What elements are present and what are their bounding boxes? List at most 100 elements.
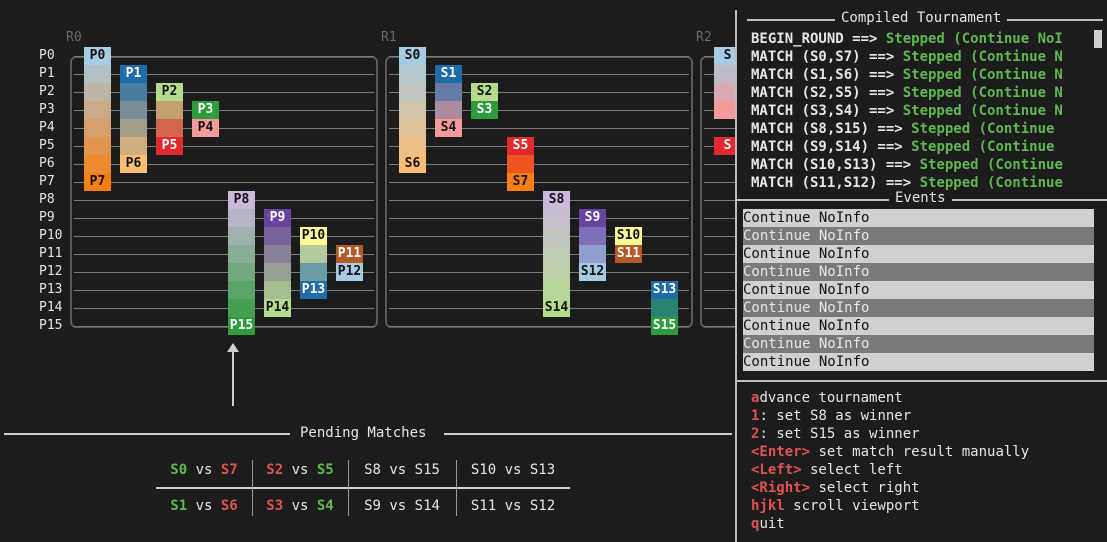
bracket-column[interactable]: P1 P6 (120, 65, 147, 173)
pending-match-cell[interactable]: S2 vs S5 (252, 452, 348, 488)
match-seed-a: S9 (364, 498, 381, 514)
event-row[interactable]: Continue NoInfo (743, 317, 1094, 335)
compiled-line[interactable]: MATCH (S1,S6) ==> Stepped (Continue N (751, 66, 1063, 84)
seed-tag[interactable]: P12 (336, 263, 363, 281)
pending-table-column-divider (252, 460, 253, 516)
seed-tag[interactable]: S5 (507, 137, 534, 155)
compiled-scrollbar[interactable] (1094, 30, 1102, 48)
seed-tag[interactable]: P1 (120, 65, 147, 83)
event-row[interactable]: Continue NoInfo (743, 299, 1094, 317)
seed-tag[interactable]: S10 (615, 227, 642, 245)
pending-match-cell[interactable]: S1 vs S6 (156, 488, 252, 524)
seed-tag[interactable]: S (714, 137, 735, 155)
pending-table-column-divider (348, 460, 349, 516)
event-row[interactable]: Continue NoInfo (743, 245, 1094, 263)
compiled-line-label: MATCH (S9,S14) ==> (751, 139, 912, 155)
seed-tag[interactable]: P8 (228, 191, 255, 209)
bracket-column[interactable]: S9 S12 (579, 209, 606, 281)
seed-tag[interactable]: S2 (471, 83, 498, 101)
help-line: 2: set S15 as winner (751, 425, 920, 443)
bracket-column[interactable]: S0 S6 (399, 47, 426, 173)
event-row[interactable]: Continue NoInfo (743, 227, 1094, 245)
pending-match-cell[interactable]: S3 vs S4 (252, 488, 348, 524)
event-row[interactable]: Continue NoInfo (743, 209, 1094, 227)
seed-tag[interactable]: S3 (471, 101, 498, 119)
seed-tag[interactable]: P7 (84, 173, 111, 191)
compiled-line[interactable]: MATCH (S2,S5) ==> Stepped (Continue N (751, 84, 1063, 102)
bracket-column[interactable]: S (714, 47, 735, 119)
compiled-line-result: Stepped (Continue NoI (885, 31, 1063, 47)
row-label: P9 (39, 210, 55, 225)
tournament-app: R0 R1 R2 P0 P1 P2 P3 P4 P5 P6 P7 P8 P9 P10 P11 P12 P1… (0, 0, 1107, 542)
grid-line (389, 182, 689, 183)
seed-tag[interactable]: P13 (300, 281, 327, 299)
bracket-column[interactable]: S (714, 137, 735, 155)
seed-tag[interactable]: P11 (336, 245, 363, 263)
match-seed-a: S11 (470, 498, 497, 514)
compiled-line[interactable]: MATCH (S9,S14) ==> Stepped (Continue (751, 138, 1054, 156)
match-seed-b: S6 (220, 498, 238, 514)
compiled-line-label: MATCH (S10,S13) ==> (751, 157, 920, 173)
grid-line (389, 218, 689, 219)
bracket-column[interactable]: P11 P12 (336, 245, 363, 281)
seed-tag[interactable]: S14 (543, 299, 570, 317)
seed-tag[interactable]: S15 (651, 317, 678, 335)
seed-tag[interactable]: S8 (543, 191, 570, 209)
seed-tag[interactable]: S1 (435, 65, 462, 83)
seed-tag[interactable]: P0 (84, 47, 111, 65)
seed-tag[interactable]: P9 (264, 209, 291, 227)
seed-tag[interactable]: S11 (615, 245, 642, 263)
compiled-line[interactable]: MATCH (S3,S4) ==> Stepped (Continue N (751, 102, 1063, 120)
seed-tag[interactable]: P3 (192, 101, 219, 119)
pending-match-cell[interactable]: S9 vs S14 (348, 488, 456, 524)
event-row[interactable]: Continue NoInfo (743, 263, 1094, 281)
compiled-line[interactable]: MATCH (S0,S7) ==> Stepped (Continue N (751, 48, 1063, 66)
compiled-line-label: MATCH (S11,S12) ==> (751, 175, 920, 191)
pending-match-cell[interactable]: S11 vs S12 (456, 488, 570, 524)
seed-tag[interactable]: P6 (120, 155, 147, 173)
seed-tag[interactable]: P4 (192, 119, 219, 137)
bracket-column[interactable]: S13 S15 (651, 281, 678, 335)
seed-tag[interactable]: P5 (156, 137, 183, 155)
seed-tag[interactable]: S13 (651, 281, 678, 299)
seed-tag[interactable]: S12 (579, 263, 606, 281)
seed-tag[interactable]: S0 (399, 47, 426, 65)
seed-tag[interactable]: S7 (507, 173, 534, 191)
bracket-column[interactable]: S8 S14 (543, 191, 570, 317)
compiled-line[interactable]: BEGIN_ROUND ==> Stepped (Continue NoI (751, 30, 1063, 48)
seed-tag[interactable]: P10 (300, 227, 327, 245)
round-label-r0: R0 (66, 30, 82, 45)
seed-tag[interactable]: P14 (264, 299, 291, 317)
bracket-column[interactable]: P8 P15 (228, 191, 255, 335)
seed-tag[interactable]: S9 (579, 209, 606, 227)
pending-match-cell[interactable]: S10 vs S13 (456, 452, 570, 488)
bracket-column[interactable]: S5 S7 (507, 137, 534, 191)
grid-line (704, 200, 735, 201)
bracket-column[interactable]: P2 P5 (156, 83, 183, 155)
seed-tag[interactable]: S4 (435, 119, 462, 137)
pending-match-cell[interactable]: S8 vs S15 (348, 452, 456, 488)
bracket-column[interactable]: P10 P13 (300, 227, 327, 299)
seed-tag[interactable]: P15 (228, 317, 255, 335)
event-row[interactable]: Continue NoInfo (743, 353, 1094, 371)
bracket-column-segment (84, 101, 111, 119)
compiled-line[interactable]: MATCH (S10,S13) ==> Stepped (Continue (751, 156, 1063, 174)
event-row[interactable]: Continue NoInfo (743, 281, 1094, 299)
event-row[interactable]: Continue NoInfo (743, 335, 1094, 353)
pending-match-cell[interactable]: S0 vs S7 (156, 452, 252, 488)
bracket-column[interactable]: S10 S11 (615, 227, 642, 263)
bracket-column[interactable]: P0 P7 (84, 47, 111, 191)
bracket-column[interactable]: S1 S4 (435, 65, 462, 137)
seed-tag[interactable]: S6 (399, 155, 426, 173)
bracket-column[interactable]: S2 S3 (471, 83, 498, 119)
grid-line (74, 200, 374, 201)
row-label: P12 (39, 264, 63, 279)
compiled-line[interactable]: MATCH (S8,S15) ==> Stepped (Continue (751, 120, 1054, 138)
bracket-column[interactable]: P3 P4 (192, 101, 219, 137)
row-label: P10 (39, 228, 63, 243)
seed-tag[interactable]: S (714, 47, 735, 65)
grid-line (74, 272, 374, 273)
seed-tag[interactable]: P2 (156, 83, 183, 101)
bracket-viewport[interactable]: R0 R1 R2 P0 P1 P2 P3 P4 P5 P6 P7 P8 P9 P10 P11 P12 P1… (0, 0, 735, 420)
bracket-column[interactable]: P9 P14 (264, 209, 291, 317)
